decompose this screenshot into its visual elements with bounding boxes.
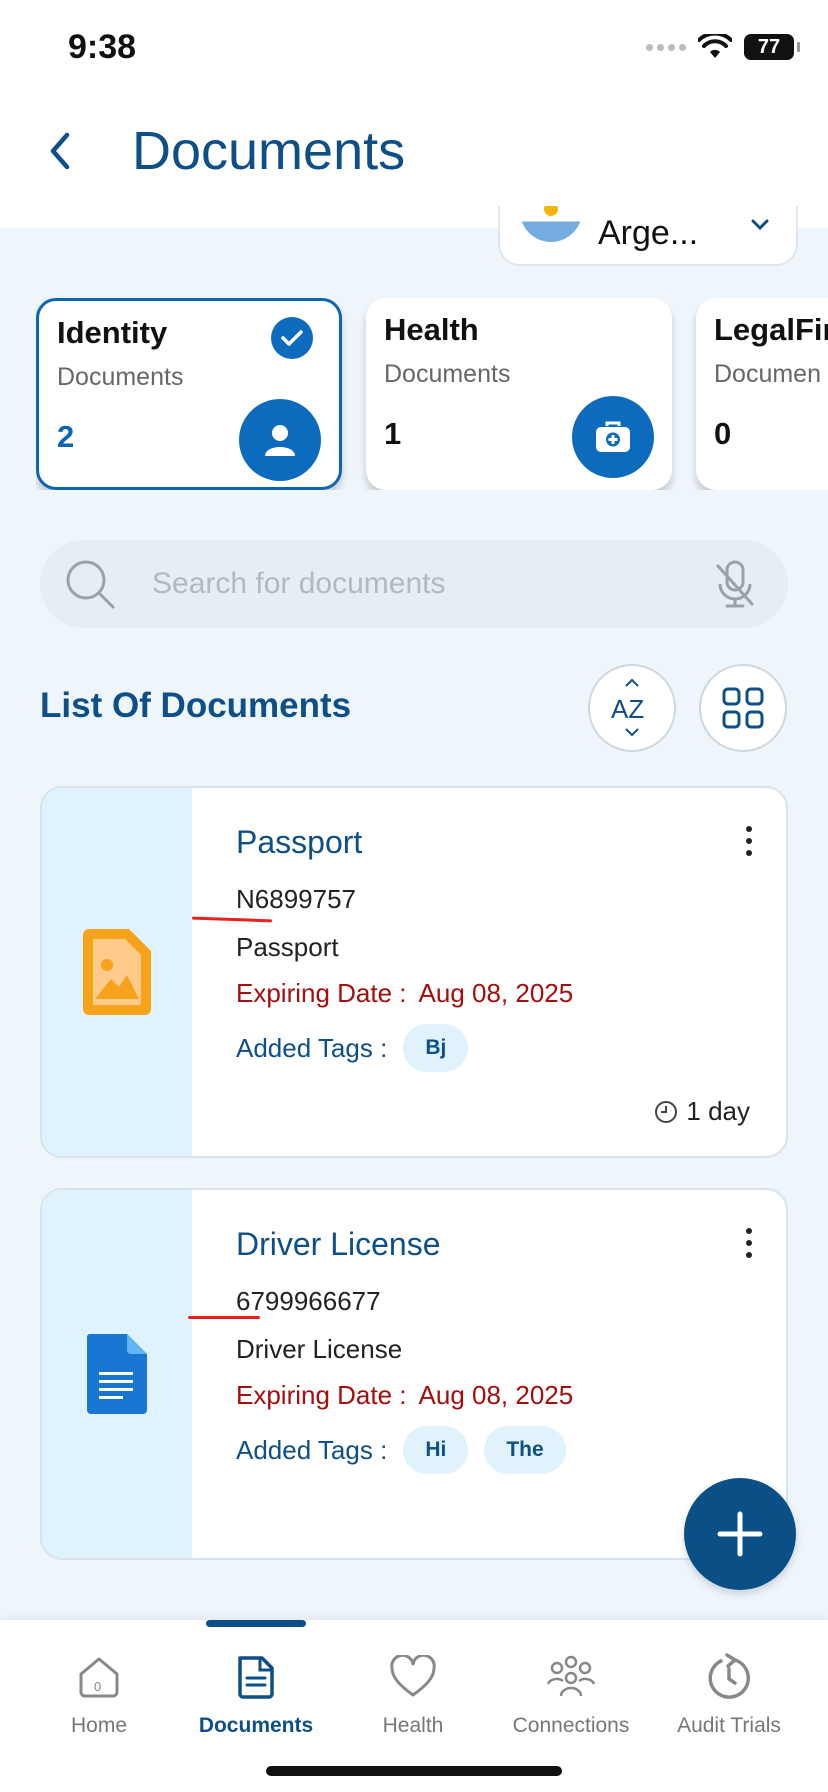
grid-icon xyxy=(722,687,764,729)
category-count: 1 xyxy=(384,416,402,451)
plus-icon xyxy=(717,1511,763,1557)
home-icon: 0 xyxy=(79,1657,119,1698)
document-card-passport[interactable]: Passport N6899757 Passport Expiring Date… xyxy=(40,786,788,1158)
battery-icon: 77 xyxy=(744,34,800,60)
image-file-icon xyxy=(83,929,151,1015)
document-name: Passport xyxy=(236,824,363,860)
status-indicators: 77 xyxy=(646,34,800,60)
sort-az-icon: AZ xyxy=(611,678,644,737)
home-indicator xyxy=(266,1766,562,1776)
heart-icon xyxy=(390,1655,436,1697)
status-time: 9:38 xyxy=(68,28,137,66)
nav-item-home[interactable]: 0 Home xyxy=(20,1652,178,1752)
search-input[interactable] xyxy=(152,560,712,608)
microphone-off-icon[interactable] xyxy=(712,558,758,612)
document-number: 6799966677 xyxy=(236,1286,381,1316)
document-number: N6899757 xyxy=(236,884,356,914)
clock-icon xyxy=(655,1100,678,1123)
category-subtitle: Documen xyxy=(714,360,821,388)
category-count: 2 xyxy=(57,419,75,454)
category-title: Health xyxy=(384,312,479,347)
document-file-icon xyxy=(86,1334,147,1414)
argentina-flag-icon xyxy=(520,206,582,242)
back-button[interactable] xyxy=(38,124,82,178)
tag-chip[interactable]: Hi xyxy=(403,1426,469,1474)
tags-row: Added Tags : Hi The xyxy=(236,1426,566,1474)
active-tab-indicator xyxy=(206,1620,306,1627)
add-document-button[interactable] xyxy=(684,1478,796,1590)
nav-label: Audit Trials xyxy=(677,1714,781,1737)
document-card-driver-license[interactable]: Driver License 6799966677 Driver License… xyxy=(40,1188,788,1560)
status-bar: 9:38 77 xyxy=(0,0,828,100)
category-card-identity[interactable]: Identity Documents 2 xyxy=(36,298,342,490)
tags-row: Added Tags : Bj xyxy=(236,1024,469,1072)
expiry-value: Aug 08, 2025 xyxy=(418,978,574,1008)
person-icon xyxy=(239,399,321,481)
nav-label: Connections xyxy=(512,1714,630,1737)
document-name: Driver License xyxy=(236,1226,441,1262)
more-options-icon[interactable] xyxy=(742,1228,756,1258)
expiry-value: Aug 08, 2025 xyxy=(418,1380,574,1410)
nav-item-health[interactable]: Health xyxy=(334,1652,492,1752)
grid-view-button[interactable] xyxy=(699,664,787,752)
people-icon xyxy=(546,1655,596,1697)
category-title: LegalFin xyxy=(714,312,828,347)
document-type: Driver License xyxy=(236,1334,403,1364)
chevron-left-icon xyxy=(50,132,70,170)
tags-label: Added Tags : xyxy=(236,1434,388,1465)
nav-item-documents[interactable]: Documents xyxy=(177,1652,335,1752)
document-thumbnail xyxy=(42,1190,192,1558)
expiry-date: Expiring Date : Aug 08, 2025 xyxy=(236,978,573,1009)
country-selector-value: Arge... xyxy=(598,214,699,252)
tags-label: Added Tags : xyxy=(236,1032,388,1063)
tag-chip[interactable]: The xyxy=(484,1426,566,1474)
nav-item-audit-trials[interactable]: Audit Trials xyxy=(650,1652,808,1752)
category-subtitle: Documents xyxy=(384,360,511,388)
cellular-signal-icon xyxy=(646,43,686,51)
expiry-label: Expiring Date : xyxy=(236,978,407,1008)
nav-label: Documents xyxy=(198,1714,314,1737)
page-title: Documents xyxy=(132,121,406,181)
history-icon xyxy=(708,1653,750,1699)
document-thumbnail xyxy=(42,788,192,1156)
search-bar xyxy=(40,540,788,628)
wifi-icon xyxy=(698,34,732,58)
expiry-date: Expiring Date : Aug 08, 2025 xyxy=(236,1380,573,1411)
svg-text:AZ: AZ xyxy=(611,694,644,724)
category-title: Identity xyxy=(57,315,168,350)
document-time-value: 1 day xyxy=(686,1096,750,1126)
document-type: Passport xyxy=(236,932,339,962)
nav-label: Home xyxy=(70,1714,128,1737)
search-icon[interactable] xyxy=(64,558,118,612)
document-icon xyxy=(238,1656,274,1699)
list-title: List Of Documents xyxy=(40,686,352,725)
category-count: 0 xyxy=(714,416,732,451)
svg-text:0: 0 xyxy=(94,1679,101,1694)
red-annotation-mark xyxy=(188,1316,260,1319)
more-options-icon[interactable] xyxy=(742,826,756,856)
medical-kit-icon xyxy=(572,396,654,478)
expiry-label: Expiring Date : xyxy=(236,1380,407,1410)
sort-az-button[interactable]: AZ xyxy=(588,664,676,752)
country-selector[interactable]: Arge... xyxy=(498,206,798,266)
category-card-legalfin[interactable]: LegalFin Documen 0 xyxy=(696,298,828,490)
category-card-health[interactable]: Health Documents 1 xyxy=(366,298,672,490)
chevron-down-icon xyxy=(751,219,769,231)
category-subtitle: Documents xyxy=(57,363,184,391)
category-cards: Identity Documents 2 Health Documents 1 … xyxy=(36,298,828,490)
nav-item-connections[interactable]: Connections xyxy=(492,1652,650,1752)
tag-chip[interactable]: Bj xyxy=(403,1024,469,1072)
document-time: 1 day xyxy=(654,1096,750,1127)
check-icon xyxy=(271,317,313,359)
nav-label: Health xyxy=(382,1714,444,1737)
